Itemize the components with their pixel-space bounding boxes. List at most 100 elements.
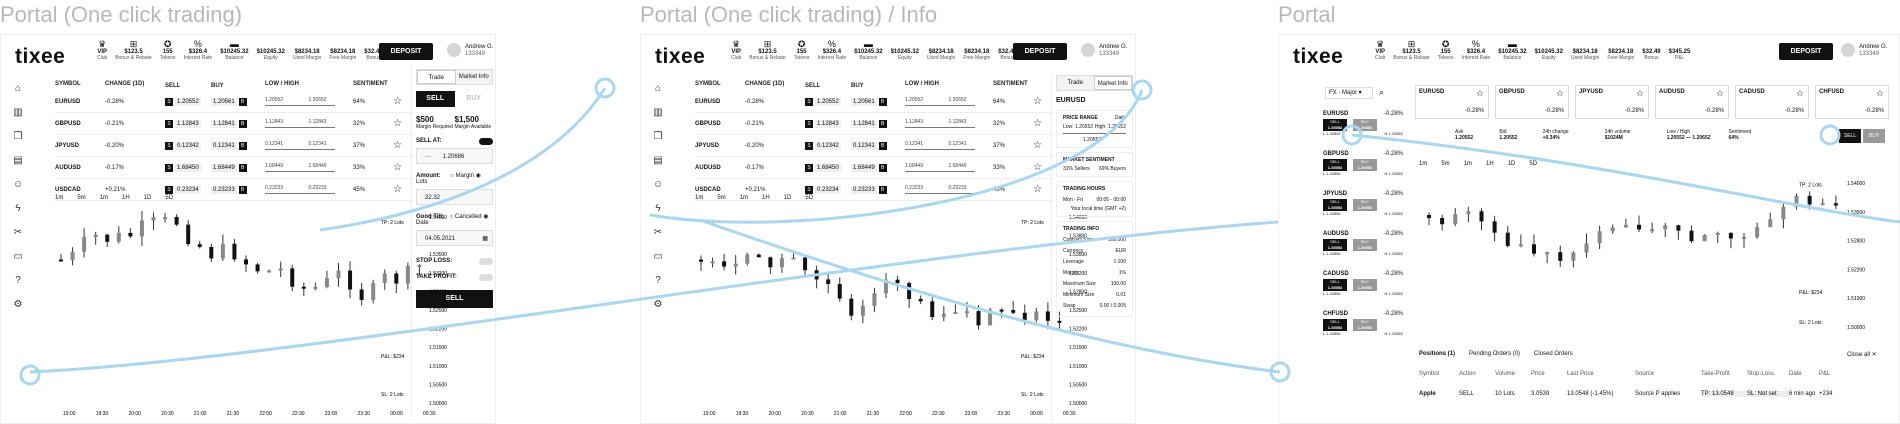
chart-icon[interactable]: ▥ [11, 107, 25, 131]
home-icon[interactable]: ⌂ [651, 83, 665, 107]
chart-tag-sl[interactable]: SL: 2 Lots [381, 392, 404, 398]
deposit-button[interactable]: DEPOSIT [1013, 43, 1067, 60]
take-profit-toggle[interactable] [479, 274, 493, 281]
avatar[interactable] [1081, 43, 1095, 57]
star-icon[interactable]: ☆ [1033, 118, 1053, 129]
tf-1m-b[interactable]: 1m [100, 195, 108, 201]
tab-positions[interactable]: Positions (1) [1419, 351, 1455, 357]
copy-icon[interactable]: ❐ [11, 131, 25, 155]
table-row[interactable]: EURUSD -0.28% S 1.20552 1.20561 B 1.20552 1.20… [55, 91, 413, 113]
star-icon[interactable]: ☆ [393, 184, 413, 195]
tf-1d[interactable]: 1D [144, 195, 152, 201]
tf-5d[interactable]: 5D [165, 195, 173, 201]
tools-icon[interactable]: ✂ [651, 227, 665, 251]
candlestick-chart[interactable]: 1.540001.538001.535001.532001.528001.525… [51, 207, 471, 417]
stat-vip[interactable]: ♛ VIP Club [97, 39, 107, 61]
table-row[interactable]: AUDUSD -0.17% S 1.68450 1.68449 B 1.68449 1.68… [695, 157, 1053, 179]
instrument-card[interactable]: GBPUSD ☆ -0.28% [1495, 85, 1569, 119]
deposit-button[interactable]: DEPOSIT [1779, 43, 1833, 60]
settings-icon[interactable]: ⚙ [651, 299, 665, 323]
star-icon[interactable]: ☆ [1636, 88, 1644, 99]
chart-tag-pl[interactable]: P&L: $234 [1799, 290, 1823, 296]
table-row[interactable]: GBPUSD -0.21% S 1.12843 1.12841 B 1.12843 1.12… [695, 113, 1053, 135]
tf-1m[interactable]: 1m [1419, 161, 1427, 167]
star-icon[interactable]: ☆ [393, 140, 413, 151]
candlestick-chart[interactable]: 1.540001.538001.535001.532001.528001.525… [691, 207, 1111, 417]
tab-market-info[interactable]: Market Info [1093, 76, 1132, 90]
chart-tag-tp[interactable]: TP: 2 Lots [381, 220, 404, 226]
instrument-card[interactable]: AUDUSD ☆ -0.28% [1655, 85, 1729, 119]
star-icon[interactable]: ☆ [393, 96, 413, 107]
list-item[interactable]: GBPUSD -0.28% SELL 1.20552 BUY 1.20552 L 1.205… [1323, 151, 1403, 191]
document-icon[interactable]: ▤ [651, 155, 665, 179]
chart-tag-sl[interactable]: SL: 2 Lots [1021, 392, 1044, 398]
list-item[interactable]: CHFUSD -0.28% SELL 1.20552 BUY 1.20552 L 1.205… [1323, 311, 1403, 351]
search-icon[interactable]: ⌕ [1379, 87, 1384, 98]
tf-1h[interactable]: 1H [762, 195, 770, 201]
help-icon[interactable]: ? [11, 275, 25, 299]
tf-1d[interactable]: 1D [784, 195, 792, 201]
user-name[interactable]: Andrew G. 133349 [1099, 44, 1127, 58]
list-item[interactable]: JPYUSD -0.28% SELL 1.20552 BUY 1.20552 L 1.205… [1323, 191, 1403, 231]
chart-icon[interactable]: ▥ [651, 107, 665, 131]
table-row[interactable]: GBPUSD -0.21% S 1.12843 1.12841 B 1.12843 1.12… [55, 113, 413, 135]
deposit-button[interactable]: DEPOSIT [379, 43, 433, 60]
table-row[interactable]: EURUSD -0.28% S 1.20552 1.20561 B 1.20552 1.20… [695, 91, 1053, 113]
tf-5m[interactable]: 5m [1441, 161, 1449, 167]
tab-trade[interactable]: Trade [1057, 76, 1094, 90]
chart-tag-tp[interactable]: TP: 2 Lots [1799, 182, 1822, 188]
avatar[interactable] [1841, 43, 1855, 57]
stat-interest[interactable]: % $326.4 Interest Rate [184, 39, 213, 61]
tf-1m-b[interactable]: 1m [1464, 161, 1472, 167]
table-row[interactable]: JPYUSD -0.20% S 0.12342 0.12341 B 0.12341 0.12… [55, 135, 413, 157]
list-item[interactable]: EURUSD -0.28% SELL 1.20552 BUY 1.20552 L 1.205… [1323, 111, 1403, 151]
bolt-icon[interactable]: ϟ [11, 203, 25, 227]
users-icon[interactable]: ☺ [11, 179, 25, 203]
instrument-card[interactable]: CHFUSD ☆ -0.28% [1815, 85, 1889, 119]
table-row[interactable]: Apple SELL 10 Lots 3.0539 13.0548 (-1.45%) So… [1419, 391, 1849, 397]
quick-sell-button[interactable]: SELL [1839, 129, 1861, 143]
star-icon[interactable]: ☆ [1476, 88, 1484, 99]
date-input[interactable]: 04.05.2021 ▦ [416, 230, 493, 246]
home-icon[interactable]: ⌂ [11, 83, 25, 107]
quick-buy-button[interactable]: BUY [1863, 129, 1885, 143]
instrument-card[interactable]: CADUSD ☆ -0.28% [1735, 85, 1809, 119]
user-name[interactable]: Andrew G. 133349 [465, 44, 493, 58]
star-icon[interactable]: ☆ [1033, 140, 1053, 151]
chart-tag-sl[interactable]: SL: 2 Lots [1799, 320, 1822, 326]
star-icon[interactable]: ☆ [393, 118, 413, 129]
sell-toggle[interactable]: SELL [416, 91, 455, 107]
tab-trade[interactable]: Trade [417, 70, 456, 84]
candlestick-chart[interactable]: 1.54000 1.53500 1.52800 1.52200 1.51000 1.500… [1419, 173, 1889, 341]
star-icon[interactable]: ☆ [1033, 184, 1053, 195]
sell-at-input[interactable]: — 1.20686 [416, 148, 493, 164]
close-all-button[interactable]: Close all ✕ [1847, 351, 1877, 358]
tf-1m[interactable]: 1m [695, 195, 703, 201]
copy-icon[interactable]: ❐ [651, 131, 665, 155]
card-icon[interactable]: ▭ [651, 251, 665, 275]
document-icon[interactable]: ▤ [11, 155, 25, 179]
tab-closed[interactable]: Closed Orders [1534, 351, 1573, 357]
chart-tag-tp[interactable]: TP: 2 Lots [1021, 220, 1044, 226]
tf-1m-b[interactable]: 1m [740, 195, 748, 201]
tf-1d[interactable]: 1D [1508, 161, 1516, 167]
tf-5m[interactable]: 5m [717, 195, 725, 201]
star-icon[interactable]: ☆ [1556, 88, 1564, 99]
market-filter-select[interactable]: FX - Major ▾ [1325, 87, 1373, 99]
user-name[interactable]: Andrew G. 133349 [1859, 44, 1887, 58]
tf-5d[interactable]: 5D [805, 195, 813, 201]
tab-market-info[interactable]: Market Info [456, 70, 493, 84]
list-item[interactable]: AUDUSD -0.28% SELL 1.20552 BUY 1.20552 L 1.205… [1323, 231, 1403, 271]
settings-icon[interactable]: ⚙ [11, 299, 25, 323]
table-row[interactable]: JPYUSD -0.20% S 0.12342 0.12341 B 0.12341 0.12… [695, 135, 1053, 157]
star-icon[interactable]: ☆ [1033, 96, 1053, 107]
star-icon[interactable]: ☆ [1796, 88, 1804, 99]
table-row[interactable]: AUDUSD -0.17% S 1.68450 1.68449 B 1.68449 1.68… [55, 157, 413, 179]
sell-button[interactable]: SELL [416, 290, 493, 308]
instrument-card[interactable]: JPYUSD ☆ -0.28% [1575, 85, 1649, 119]
star-icon[interactable]: ☆ [1033, 162, 1053, 173]
card-icon[interactable]: ▭ [11, 251, 25, 275]
avatar[interactable] [447, 43, 461, 57]
users-icon[interactable]: ☺ [651, 179, 665, 203]
amount-input[interactable]: 32.32 [416, 189, 493, 205]
